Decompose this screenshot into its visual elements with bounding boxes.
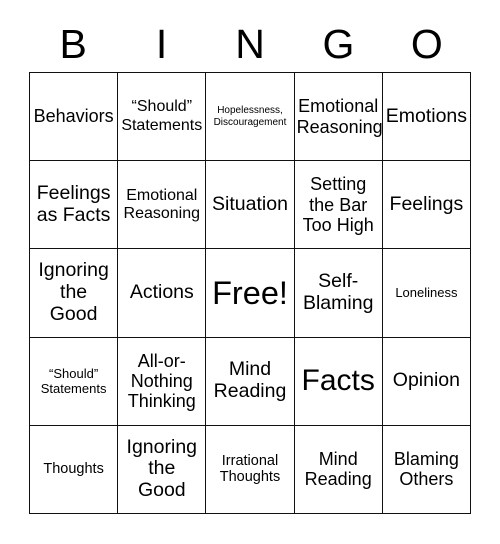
bingo-cell-label: Ignoring the Good xyxy=(38,259,109,325)
bingo-cell[interactable]: Self- Blaming xyxy=(294,249,383,338)
bingo-cell[interactable]: Opinion xyxy=(382,337,471,426)
bingo-cell[interactable]: “Should” Statements xyxy=(30,337,119,426)
bingo-cell[interactable]: Actions xyxy=(118,249,207,338)
bingo-cell-label: Self- Blaming xyxy=(302,270,374,314)
bingo-cell[interactable]: Thoughts xyxy=(30,425,119,514)
bingo-cell-label: Actions xyxy=(129,281,194,304)
bingo-cell[interactable]: Mind Reading xyxy=(294,425,383,514)
bingo-cell-label: Blaming Others xyxy=(393,449,459,490)
bingo-grid: Behaviors “Should” Statements Hopelessness… xyxy=(29,72,471,514)
bingo-header-letter-b: B xyxy=(59,21,87,67)
bingo-cell[interactable]: Mind Reading xyxy=(206,337,295,426)
bingo-cell[interactable]: Irrational Thoughts xyxy=(206,425,295,514)
bingo-cell[interactable]: Hopelessness, Discouragement xyxy=(206,73,295,162)
bingo-free-space[interactable]: Free! xyxy=(206,249,295,338)
bingo-cell-label: “Should” Statements xyxy=(40,365,107,397)
bingo-cell-label: Behaviors xyxy=(33,106,114,127)
bingo-cell[interactable]: “Should” Statements xyxy=(118,73,207,162)
bingo-cell[interactable]: Ignoring the Good xyxy=(118,425,207,514)
bingo-cell-label: Opinion xyxy=(392,369,460,392)
bingo-header-row: B I N G O xyxy=(29,0,471,72)
bingo-cell-label: Hopelessness, Discouragement xyxy=(213,104,287,128)
bingo-cell-label: Feelings xyxy=(389,192,464,215)
bingo-header-letter-o: O xyxy=(410,21,443,67)
bingo-cell[interactable]: Loneliness xyxy=(382,249,471,338)
bingo-header-letter-g: G xyxy=(322,21,355,67)
bingo-card: B I N G O Behaviors “Should” Statements Ho… xyxy=(29,0,471,514)
bingo-header-letter-n: N xyxy=(235,21,265,67)
bingo-cell[interactable]: Emotions xyxy=(382,73,471,162)
bingo-cell[interactable]: Ignoring the Good xyxy=(30,249,119,338)
bingo-cell-label: Facts xyxy=(301,364,375,398)
bingo-cell-label: “Should” Statements xyxy=(121,98,203,134)
bingo-cell-label: Thoughts xyxy=(43,460,104,477)
bingo-header-letter-i: I xyxy=(155,21,168,67)
bingo-cell-label: Emotions xyxy=(385,104,468,127)
bingo-cell-label: Feelings as Facts xyxy=(36,181,111,226)
bingo-cell[interactable]: Situation xyxy=(206,161,295,250)
bingo-cell[interactable]: Behaviors xyxy=(30,73,119,162)
bingo-cell[interactable]: Feelings xyxy=(382,161,471,250)
bingo-cell[interactable]: Blaming Others xyxy=(382,425,471,514)
bingo-cell-label: Situation xyxy=(212,192,288,215)
bingo-cell-label: Mind Reading xyxy=(304,449,372,490)
bingo-cell-label: Loneliness xyxy=(395,285,458,301)
bingo-cell-label: Irrational Thoughts xyxy=(219,452,281,486)
bingo-cell[interactable]: Emotional Reasoning xyxy=(118,161,207,250)
bingo-cell-label: Ignoring the Good xyxy=(126,435,198,502)
bingo-cell-label: Mind Reading xyxy=(213,358,287,403)
bingo-cell-label: Setting the Bar Too High xyxy=(302,174,374,235)
bingo-cell-label: Emotional Reasoning xyxy=(296,96,383,137)
bingo-cell[interactable]: Emotional Reasoning xyxy=(294,73,383,162)
bingo-cell[interactable]: All-or- Nothing Thinking xyxy=(118,337,207,426)
bingo-cell[interactable]: Feelings as Facts xyxy=(30,161,119,250)
bingo-cell-label: Emotional Reasoning xyxy=(123,186,201,222)
bingo-cell-label: All-or- Nothing Thinking xyxy=(127,350,196,412)
bingo-cell-label: Free! xyxy=(212,274,288,311)
bingo-cell[interactable]: Facts xyxy=(294,337,383,426)
bingo-cell[interactable]: Setting the Bar Too High xyxy=(294,161,383,250)
